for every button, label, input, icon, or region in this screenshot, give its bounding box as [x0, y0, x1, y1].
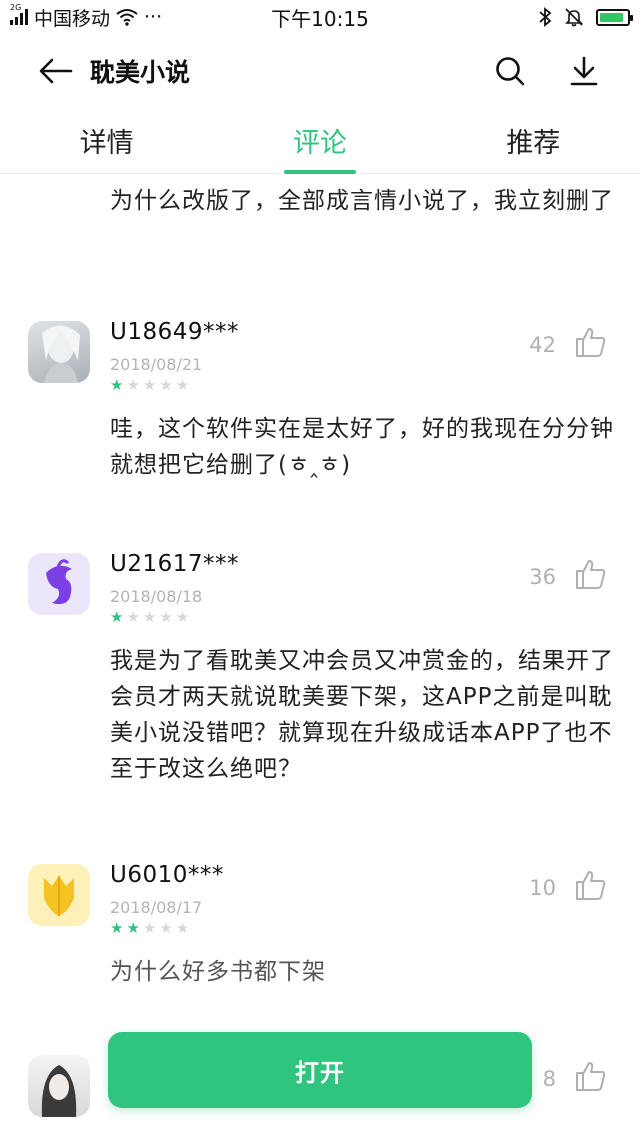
review-date: 2018/08/18 — [110, 587, 203, 606]
thumbs-up-icon — [576, 871, 606, 900]
more-dots: ··· — [144, 6, 163, 28]
back-button[interactable] — [26, 41, 86, 101]
avatar[interactable] — [28, 864, 90, 926]
star-rating: ★ ★ ★ ★ ★ — [110, 609, 189, 625]
star-empty-icon: ★ — [175, 919, 190, 937]
avatar[interactable] — [28, 1055, 90, 1117]
reviews-list[interactable]: 为什么改版了，全部成言情小说了，我立刻删了 U18649*** 2018/08/… — [0, 175, 640, 1138]
review-text: 为什么改版了，全部成言情小说了，我立刻删了 — [110, 188, 614, 214]
bluetooth-icon — [539, 7, 552, 27]
status-left: 2G 中国移动 ··· — [10, 3, 250, 31]
tab-bar: 详情 评论 推荐 — [0, 108, 640, 174]
star-empty-icon: ★ — [159, 919, 173, 937]
app-bar-actions — [480, 41, 614, 101]
review-username[interactable]: U21617*** — [110, 551, 239, 577]
page-title: 耽美小说 — [90, 58, 191, 87]
star-empty-icon: ★ — [142, 919, 157, 937]
battery-fill — [600, 12, 624, 22]
star-empty-icon: ★ — [142, 376, 157, 394]
star-rating: ★ ★ ★ ★ ★ — [110, 920, 189, 936]
search-button[interactable] — [480, 41, 540, 101]
thumbs-up-icon — [576, 1062, 606, 1091]
like-button[interactable] — [574, 1059, 608, 1093]
tab-details[interactable]: 详情 — [0, 108, 213, 173]
like-button[interactable] — [574, 868, 608, 902]
open-app-button[interactable]: 打开 — [108, 1032, 532, 1108]
star-empty-icon: ★ — [142, 608, 157, 626]
review-text: 为什么好多书都下架 — [110, 959, 326, 985]
mute-bell-icon — [565, 8, 583, 27]
review-text: 我是为了看耽美又冲会员又冲赏金的，结果开了会员才两天就说耽美要下架，这APP之前… — [110, 648, 614, 782]
star-empty-icon: ★ — [175, 608, 190, 626]
tab-recommend[interactable]: 推荐 — [427, 108, 640, 173]
star-rating: ★ ★ ★ ★ ★ — [110, 377, 189, 393]
star-empty-icon: ★ — [175, 376, 190, 394]
star-filled-icon: ★ — [110, 376, 124, 394]
star-empty-icon: ★ — [159, 608, 173, 626]
star-filled-icon: ★ — [126, 919, 140, 937]
status-bar: 2G 中国移动 ··· 下午10:15 — [0, 0, 640, 34]
status-right — [538, 7, 633, 27]
avatar[interactable] — [28, 321, 90, 383]
thumbs-up-icon — [576, 560, 606, 589]
review-date: 2018/08/21 — [110, 355, 203, 374]
review-text: 哇，这个软件实在是太好了，好的我现在分分钟就想把它给删了(ㅎ‸ㅎ) — [110, 416, 614, 478]
star-filled-icon: ★ — [110, 608, 124, 626]
star-empty-icon: ★ — [126, 376, 140, 394]
like-count: 10 — [529, 876, 556, 900]
like-count: 36 — [529, 565, 556, 589]
network-type: 2G — [10, 3, 22, 12]
thumbs-up-icon — [576, 328, 606, 357]
star-empty-icon: ★ — [126, 608, 140, 626]
app-bar: 耽美小说 — [0, 34, 640, 108]
search-icon — [496, 57, 525, 86]
download-button[interactable] — [554, 41, 614, 101]
battery-icon — [596, 8, 633, 26]
like-button[interactable] — [574, 557, 608, 591]
like-count: 8 — [542, 1067, 556, 1091]
arrow-left-icon — [39, 58, 73, 84]
download-icon — [570, 56, 598, 86]
review-date: 2018/08/17 — [110, 898, 203, 917]
carrier-name: 中国移动 — [34, 7, 111, 30]
review-username[interactable]: U18649*** — [110, 319, 239, 345]
star-empty-icon: ★ — [159, 376, 173, 394]
avatar[interactable] — [28, 553, 90, 615]
tab-reviews[interactable]: 评论 — [213, 108, 426, 173]
review-username[interactable]: U6010*** — [110, 862, 224, 888]
like-count: 42 — [529, 333, 556, 357]
signal-icon: 2G — [10, 3, 28, 25]
star-filled-icon: ★ — [110, 919, 124, 937]
wifi-icon — [116, 9, 138, 26]
like-button[interactable] — [574, 325, 608, 359]
